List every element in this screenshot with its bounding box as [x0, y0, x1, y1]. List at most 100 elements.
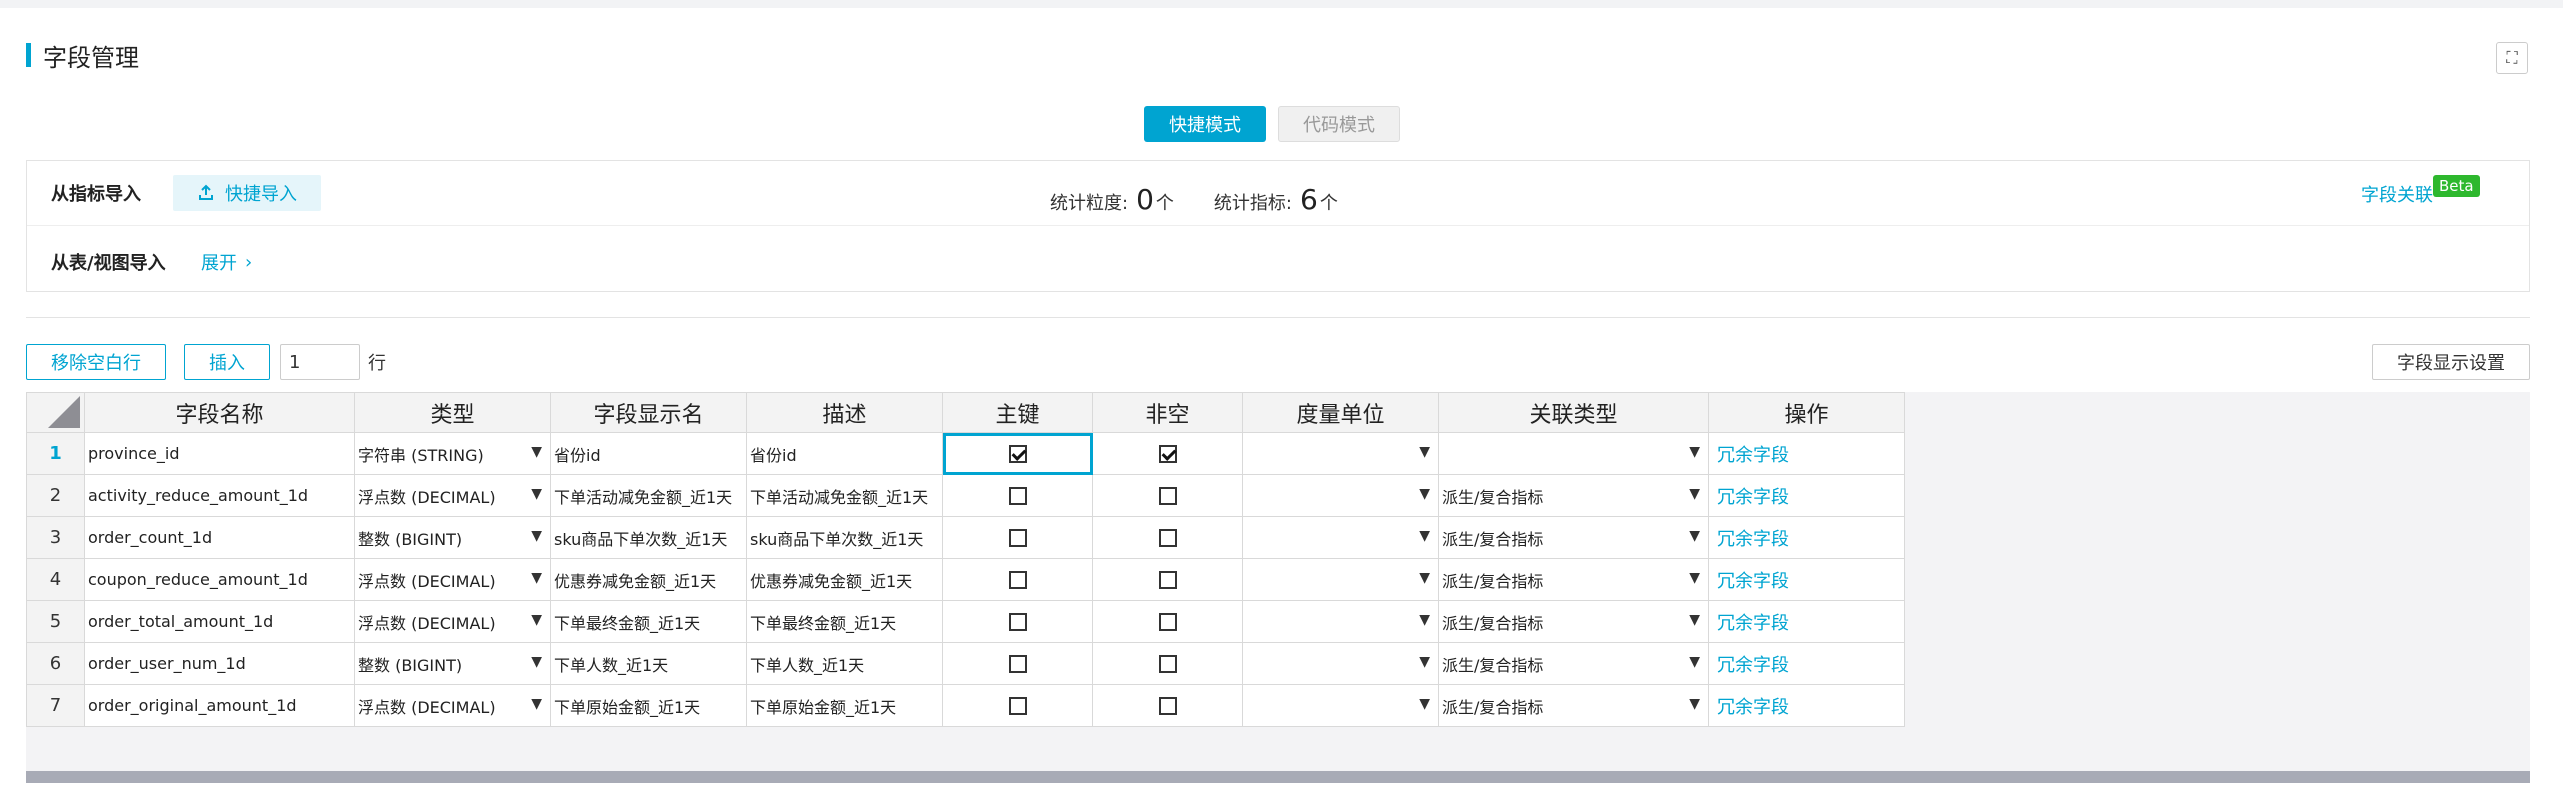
display-name-cell[interactable]: sku商品下单次数_近1天 — [550, 516, 747, 559]
display-name-cell[interactable]: 下单活动减免金额_近1天 — [550, 474, 747, 517]
notnull-cell[interactable] — [1092, 684, 1243, 727]
notnull-cell[interactable] — [1092, 516, 1243, 559]
display-name-cell[interactable]: 下单原始金额_近1天 — [550, 684, 747, 727]
notnull-checkbox[interactable] — [1158, 571, 1177, 590]
row-number[interactable]: 1 — [26, 432, 85, 475]
row-number[interactable]: 5 — [26, 600, 85, 643]
expand-link[interactable]: 展开 › — [201, 249, 252, 275]
remove-empty-rows-button[interactable]: 移除空白行 — [26, 344, 166, 380]
insert-count-input[interactable]: 1 — [280, 344, 360, 380]
redundant-field-link[interactable]: 冗余字段 — [1708, 558, 1905, 601]
redundant-field-link[interactable]: 冗余字段 — [1708, 516, 1905, 559]
unit-select[interactable]: ▼ — [1242, 600, 1439, 643]
notnull-checkbox[interactable] — [1158, 487, 1177, 506]
type-select[interactable]: 浮点数 (DECIMAL) ▼ — [354, 684, 551, 727]
type-select[interactable]: 整数 (BIGINT) ▼ — [354, 642, 551, 685]
row-number[interactable]: 4 — [26, 558, 85, 601]
field-name-cell[interactable]: activity_reduce_amount_1d — [84, 474, 355, 517]
quick-import-button[interactable]: 快捷导入 — [173, 175, 321, 211]
unit-select[interactable]: ▼ — [1242, 558, 1439, 601]
relation-type-select[interactable]: ▼ — [1438, 432, 1709, 475]
notnull-checkbox[interactable] — [1158, 697, 1177, 716]
display-name-cell[interactable]: 下单最终金额_近1天 — [550, 600, 747, 643]
row-number[interactable]: 6 — [26, 642, 85, 685]
relation-type-select[interactable]: 派生/复合指标 ▼ — [1438, 474, 1709, 517]
description-cell[interactable]: 省份id — [746, 432, 943, 475]
redundant-field-link[interactable]: 冗余字段 — [1708, 684, 1905, 727]
pk-cell[interactable] — [942, 432, 1093, 475]
col-header-desc[interactable]: 描述 — [746, 392, 943, 433]
type-select[interactable]: 浮点数 (DECIMAL) ▼ — [354, 558, 551, 601]
pk-cell[interactable] — [942, 642, 1093, 685]
description-cell[interactable]: 下单最终金额_近1天 — [746, 600, 943, 643]
pk-cell[interactable] — [942, 516, 1093, 559]
horizontal-scrollbar[interactable] — [26, 771, 2530, 783]
type-select[interactable]: 字符串 (STRING) ▼ — [354, 432, 551, 475]
field-association-link[interactable]: 字段关联 — [2361, 181, 2433, 207]
relation-type-select[interactable]: 派生/复合指标 ▼ — [1438, 516, 1709, 559]
notnull-cell[interactable] — [1092, 432, 1243, 475]
type-select[interactable]: 整数 (BIGINT) ▼ — [354, 516, 551, 559]
pk-checkbox[interactable] — [1008, 445, 1027, 464]
display-name-cell[interactable]: 下单人数_近1天 — [550, 642, 747, 685]
pk-checkbox[interactable] — [1008, 487, 1027, 506]
type-select[interactable]: 浮点数 (DECIMAL) ▼ — [354, 600, 551, 643]
pk-checkbox[interactable] — [1008, 613, 1027, 632]
col-header-type[interactable]: 类型 — [354, 392, 551, 433]
field-name-cell[interactable]: order_count_1d — [84, 516, 355, 559]
col-header-name[interactable]: 字段名称 — [84, 392, 355, 433]
code-mode-button[interactable]: 代码模式 — [1278, 106, 1400, 142]
quick-mode-button[interactable]: 快捷模式 — [1144, 106, 1266, 142]
notnull-checkbox[interactable] — [1158, 613, 1177, 632]
insert-button[interactable]: 插入 — [184, 344, 270, 380]
pk-cell[interactable] — [942, 558, 1093, 601]
field-name-cell[interactable]: order_original_amount_1d — [84, 684, 355, 727]
description-cell[interactable]: 下单人数_近1天 — [746, 642, 943, 685]
col-header-pk[interactable]: 主键 — [942, 392, 1093, 433]
redundant-field-link[interactable]: 冗余字段 — [1708, 600, 1905, 643]
description-cell[interactable]: 下单原始金额_近1天 — [746, 684, 943, 727]
unit-select[interactable]: ▼ — [1242, 432, 1439, 475]
description-cell[interactable]: 优惠券减免金额_近1天 — [746, 558, 943, 601]
relation-type-select[interactable]: 派生/复合指标 ▼ — [1438, 684, 1709, 727]
pk-cell[interactable] — [942, 600, 1093, 643]
col-header-rel[interactable]: 关联类型 — [1438, 392, 1709, 433]
field-display-settings-button[interactable]: 字段显示设置 — [2372, 344, 2530, 380]
notnull-checkbox[interactable] — [1158, 445, 1177, 464]
display-name-cell[interactable]: 省份id — [550, 432, 747, 475]
redundant-field-link[interactable]: 冗余字段 — [1708, 642, 1905, 685]
notnull-cell[interactable] — [1092, 558, 1243, 601]
description-cell[interactable]: sku商品下单次数_近1天 — [746, 516, 943, 559]
pk-checkbox[interactable] — [1008, 655, 1027, 674]
relation-type-select[interactable]: 派生/复合指标 ▼ — [1438, 642, 1709, 685]
col-header-notnull[interactable]: 非空 — [1092, 392, 1243, 433]
pk-checkbox[interactable] — [1008, 571, 1027, 590]
notnull-cell[interactable] — [1092, 474, 1243, 517]
description-cell[interactable]: 下单活动减免金额_近1天 — [746, 474, 943, 517]
col-header-display[interactable]: 字段显示名 — [550, 392, 747, 433]
pk-checkbox[interactable] — [1008, 697, 1027, 716]
notnull-cell[interactable] — [1092, 642, 1243, 685]
relation-type-select[interactable]: 派生/复合指标 ▼ — [1438, 558, 1709, 601]
redundant-field-link[interactable]: 冗余字段 — [1708, 432, 1905, 475]
col-header-op[interactable]: 操作 — [1708, 392, 1905, 433]
unit-select[interactable]: ▼ — [1242, 516, 1439, 559]
type-select[interactable]: 浮点数 (DECIMAL) ▼ — [354, 474, 551, 517]
field-name-cell[interactable]: order_user_num_1d — [84, 642, 355, 685]
grid-corner[interactable] — [26, 392, 85, 433]
notnull-cell[interactable] — [1092, 600, 1243, 643]
unit-select[interactable]: ▼ — [1242, 642, 1439, 685]
fullscreen-button[interactable]: ⛶ — [2496, 42, 2528, 74]
pk-cell[interactable] — [942, 684, 1093, 727]
unit-select[interactable]: ▼ — [1242, 474, 1439, 517]
field-name-cell[interactable]: province_id — [84, 432, 355, 475]
redundant-field-link[interactable]: 冗余字段 — [1708, 474, 1905, 517]
unit-select[interactable]: ▼ — [1242, 684, 1439, 727]
pk-cell[interactable] — [942, 474, 1093, 517]
relation-type-select[interactable]: 派生/复合指标 ▼ — [1438, 600, 1709, 643]
col-header-unit[interactable]: 度量单位 — [1242, 392, 1439, 433]
row-number[interactable]: 7 — [26, 684, 85, 727]
field-name-cell[interactable]: order_total_amount_1d — [84, 600, 355, 643]
row-number[interactable]: 2 — [26, 474, 85, 517]
notnull-checkbox[interactable] — [1158, 529, 1177, 548]
